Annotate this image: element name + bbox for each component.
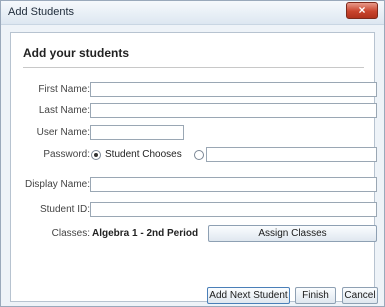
student-chooses-radio[interactable]	[91, 150, 101, 160]
user-name-input[interactable]	[90, 125, 184, 140]
student-chooses-label[interactable]: Student Chooses	[105, 149, 182, 160]
heading-divider	[23, 67, 364, 68]
finish-button[interactable]: Finish	[295, 287, 336, 304]
classes-label: Classes:	[51, 228, 90, 239]
classes-value: Algebra 1 - 2nd Period	[92, 228, 199, 239]
student-id-label: Student ID:	[39, 204, 90, 215]
add-students-dialog: Add Students × Add your students First N…	[0, 0, 385, 307]
student-id-input[interactable]	[90, 202, 377, 217]
window-title: Add Students	[8, 6, 75, 18]
set-password-radio[interactable]	[194, 150, 204, 160]
close-button[interactable]: ×	[346, 2, 378, 19]
add-next-student-button[interactable]: Add Next Student	[207, 287, 290, 304]
form-heading: Add your students	[23, 46, 130, 60]
password-label: Password:	[43, 149, 90, 160]
assign-classes-button[interactable]: Assign Classes	[208, 225, 377, 242]
display-name-label: Display Name:	[24, 179, 90, 190]
close-icon: ×	[358, 3, 366, 17]
password-input[interactable]	[206, 147, 377, 162]
last-name-label: Last Name:	[38, 105, 90, 116]
form-panel: Add your students First Name: Last Name:…	[10, 32, 378, 304]
title-bar[interactable]: Add Students ×	[1, 1, 384, 25]
display-name-input[interactable]	[90, 177, 377, 192]
first-name-input[interactable]	[90, 82, 377, 97]
first-name-label: First Name:	[38, 84, 90, 95]
user-name-label: User Name:	[36, 127, 90, 138]
cancel-button[interactable]: Cancel	[342, 287, 378, 304]
last-name-input[interactable]	[90, 103, 377, 118]
